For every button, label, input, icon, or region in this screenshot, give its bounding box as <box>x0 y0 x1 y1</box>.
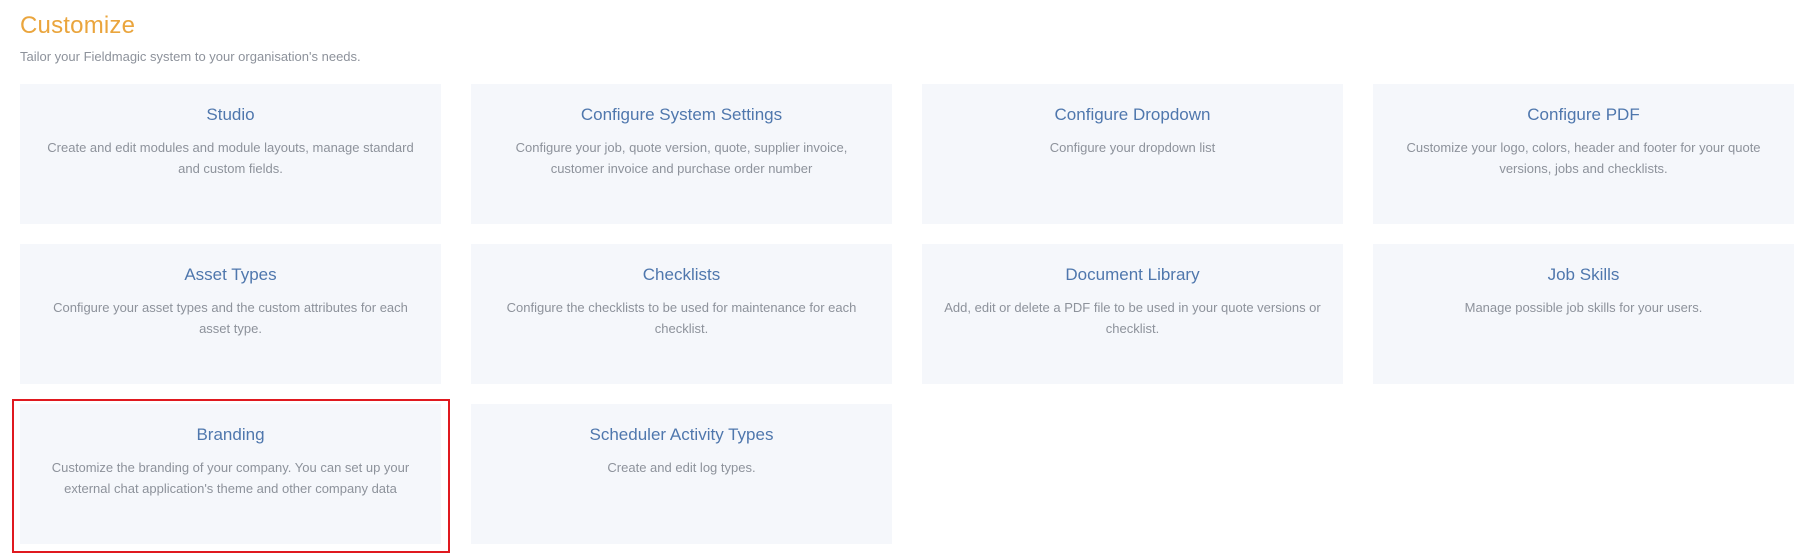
card-description: Configure the checklists to be used for … <box>506 300 857 336</box>
card-job-skills[interactable]: Job Skills Manage possible job skills fo… <box>1373 244 1794 384</box>
card-scheduler-activity-types[interactable]: Scheduler Activity Types Create and edit… <box>471 404 892 544</box>
card-configure-dropdown[interactable]: Configure Dropdown Configure your dropdo… <box>922 84 1343 224</box>
card-title: Configure PDF <box>1527 105 1640 124</box>
card-description: Configure your job, quote version, quote… <box>515 140 848 176</box>
card-checklists[interactable]: Checklists Configure the checklists to b… <box>471 244 892 384</box>
card-description: Customize your logo, colors, header and … <box>1406 140 1761 176</box>
card-title: Document Library <box>1065 265 1200 284</box>
page-subtitle: Tailor your Fieldmagic system to your or… <box>20 49 361 64</box>
card-title: Configure System Settings <box>580 105 783 124</box>
card-description: Configure your dropdown list <box>1049 140 1216 155</box>
card-studio[interactable]: Studio Create and edit modules and modul… <box>20 84 441 224</box>
card-asset-types[interactable]: Asset Types Configure your asset types a… <box>20 244 441 384</box>
customize-page: Customize Tailor your Fieldmagic system … <box>0 0 1809 554</box>
card-title: Branding <box>196 425 265 444</box>
card-configure-pdf[interactable]: Configure PDF Customize your logo, color… <box>1373 84 1794 224</box>
card-description: Configure your asset types and the custo… <box>53 300 408 336</box>
settings-card-grid: Studio Create and edit modules and modul… <box>20 84 1794 544</box>
card-title: Asset Types <box>184 265 277 284</box>
card-description: Create and edit log types. <box>607 460 756 475</box>
card-title: Studio <box>206 105 255 124</box>
card-branding[interactable]: Branding Customize the branding of your … <box>20 404 441 544</box>
page-title: Customize <box>20 12 136 39</box>
card-document-library[interactable]: Document Library Add, edit or delete a P… <box>922 244 1343 384</box>
card-title: Scheduler Activity Types <box>589 425 774 444</box>
card-configure-system-settings[interactable]: Configure System Settings Configure your… <box>471 84 892 224</box>
card-description: Manage possible job skills for your user… <box>1464 300 1703 315</box>
card-description: Add, edit or delete a PDF file to be use… <box>944 300 1321 336</box>
card-title: Checklists <box>642 265 721 284</box>
card-description: Create and edit modules and module layou… <box>47 140 414 176</box>
card-title: Configure Dropdown <box>1054 105 1211 124</box>
card-title: Job Skills <box>1547 265 1620 284</box>
card-description: Customize the branding of your company. … <box>51 460 410 496</box>
